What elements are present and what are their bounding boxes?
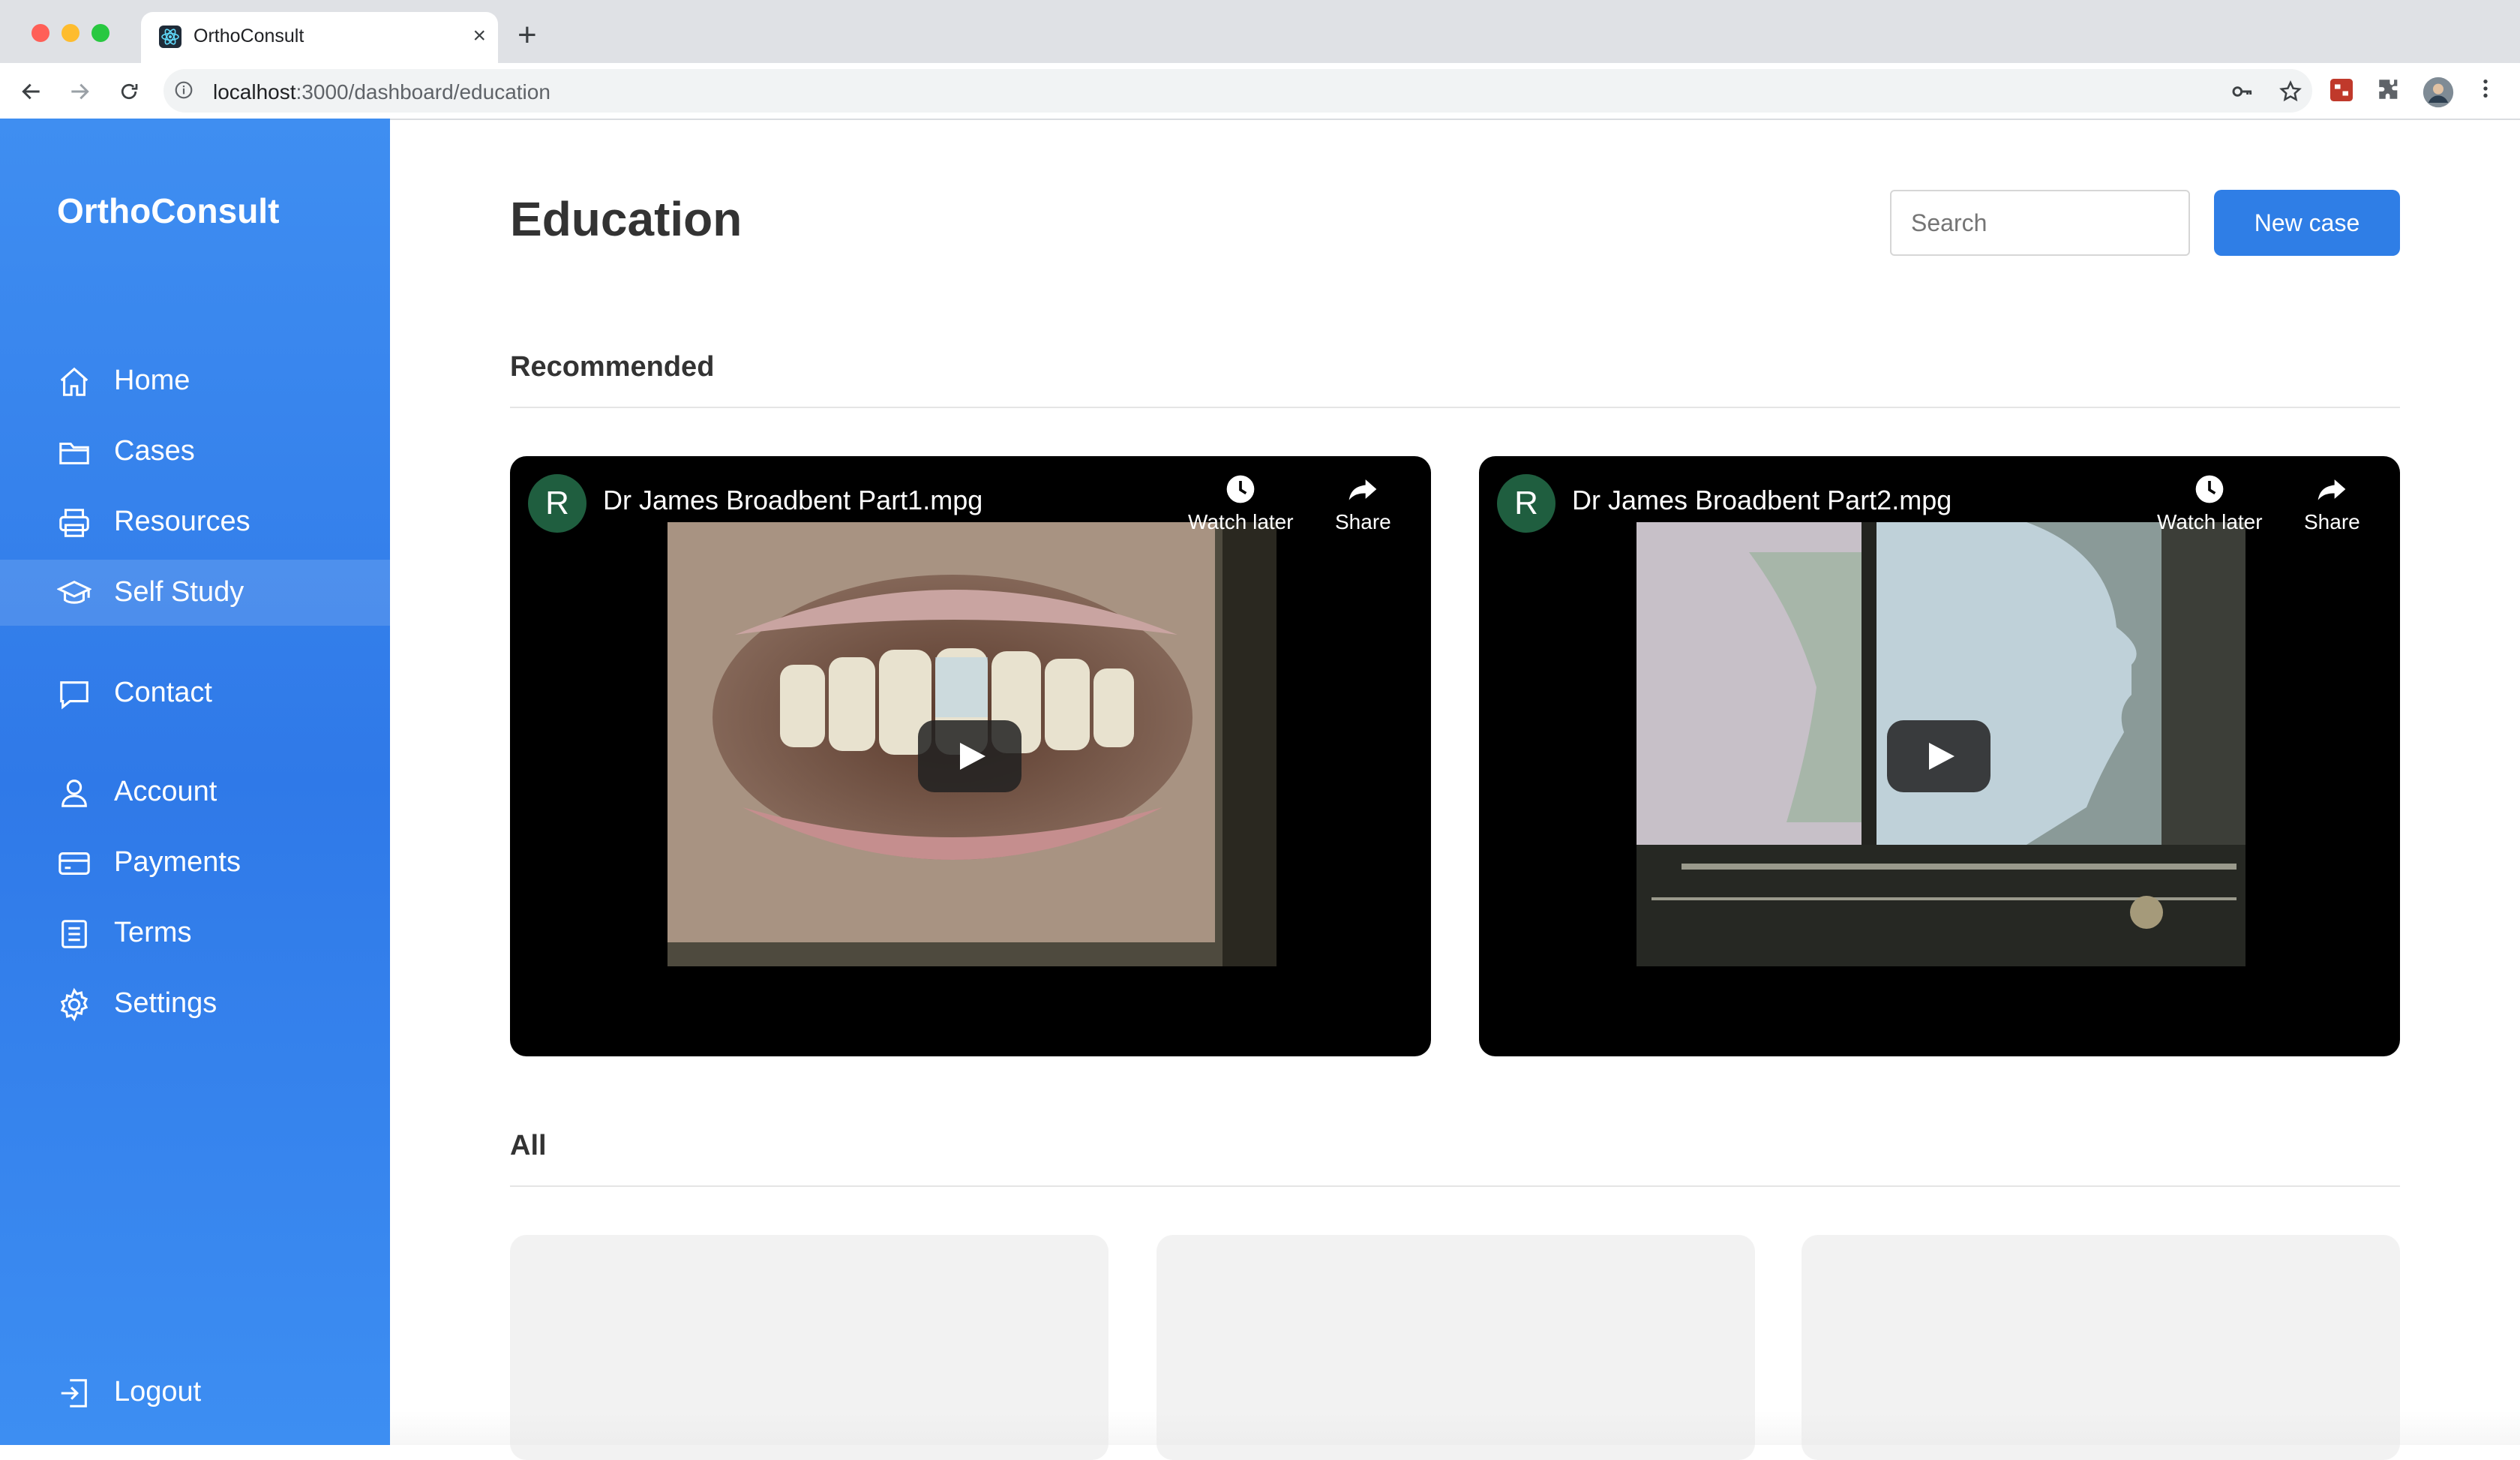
- sidebar-item-label: Resources: [114, 506, 250, 537]
- minimize-window-button[interactable]: [62, 24, 80, 42]
- search-input[interactable]: [1890, 190, 2190, 256]
- video-title[interactable]: Dr James Broadbent Part2.mpg: [1572, 485, 1952, 516]
- page-title: Education: [510, 192, 742, 246]
- channel-avatar[interactable]: R: [1497, 474, 1556, 533]
- new-case-button[interactable]: New case: [2214, 190, 2400, 256]
- sidebar-item-contact[interactable]: Contact: [0, 660, 390, 726]
- key-icon[interactable]: [2230, 80, 2254, 104]
- bookmark-star-icon[interactable]: [2278, 80, 2302, 104]
- sidebar-item-label: Contact: [114, 677, 212, 708]
- reload-icon[interactable]: [114, 77, 144, 107]
- browser-toolbar: localhost:3000/dashboard/education: [0, 63, 2520, 120]
- browser-tab-strip: OrthoConsult × +: [0, 0, 2520, 63]
- brand-logo[interactable]: OrthoConsult: [57, 191, 279, 231]
- home-icon: [57, 365, 92, 399]
- credit-card-icon: [57, 846, 92, 881]
- video-player[interactable]: R Dr James Broadbent Part1.mpg Watch lat…: [510, 456, 1431, 1056]
- sidebar-item-label: Cases: [114, 435, 195, 467]
- play-button[interactable]: [918, 720, 1022, 792]
- play-button[interactable]: [1887, 720, 1990, 792]
- watch-later-button[interactable]: Watch later: [2157, 473, 2263, 534]
- sidebar-item-label: Self Study: [114, 576, 244, 608]
- sidebar-item-cases[interactable]: Cases: [0, 419, 390, 485]
- video-title[interactable]: Dr James Broadbent Part1.mpg: [603, 485, 982, 516]
- sidebar-item-label: Account: [114, 776, 218, 807]
- chat-icon: [57, 677, 92, 711]
- printer-icon: [57, 506, 92, 540]
- close-window-button[interactable]: [32, 24, 50, 42]
- url-host: localhost: [213, 80, 296, 104]
- browser-menu-icon[interactable]: [2474, 77, 2504, 107]
- section-title-recommended: Recommended: [510, 351, 715, 383]
- address-bar[interactable]: localhost:3000/dashboard/education: [164, 69, 2312, 113]
- sidebar-item-label: Home: [114, 365, 190, 396]
- back-arrow-icon[interactable]: [16, 77, 46, 107]
- browser-tab[interactable]: OrthoConsult ×: [141, 12, 498, 63]
- folder-icon: [57, 435, 92, 470]
- sidebar-item-label: Terms: [114, 917, 192, 948]
- share-button[interactable]: Share: [1335, 473, 1391, 534]
- watch-later-label: Watch later: [2157, 510, 2263, 533]
- sidebar-item-self-study[interactable]: Self Study: [0, 560, 390, 626]
- share-arrow-icon: [2318, 479, 2346, 500]
- sidebar-item-terms[interactable]: Terms: [0, 900, 390, 966]
- divider: [510, 407, 2400, 408]
- sidebar: OrthoConsult Home Cases Resources Self S…: [0, 119, 390, 1445]
- extensions-puzzle-icon[interactable]: [2376, 77, 2406, 107]
- share-button[interactable]: Share: [2304, 473, 2360, 534]
- forward-arrow-icon[interactable]: [64, 77, 94, 107]
- sidebar-item-label: Payments: [114, 846, 241, 878]
- close-tab-icon[interactable]: ×: [472, 23, 486, 50]
- document-icon: [57, 917, 92, 951]
- section-title-all: All: [510, 1130, 547, 1161]
- maximize-window-button[interactable]: [92, 24, 110, 42]
- url-path: :3000/dashboard/education: [296, 80, 550, 104]
- share-arrow-icon: [1349, 479, 1377, 500]
- sidebar-item-settings[interactable]: Settings: [0, 971, 390, 1037]
- sidebar-item-resources[interactable]: Resources: [0, 489, 390, 555]
- react-favicon-icon: [159, 26, 182, 48]
- new-tab-button[interactable]: +: [518, 17, 537, 54]
- sidebar-item-account[interactable]: Account: [0, 759, 390, 825]
- sidebar-item-payments[interactable]: Payments: [0, 830, 390, 896]
- clock-icon: [1226, 475, 1255, 503]
- url-text: localhost:3000/dashboard/education: [213, 80, 550, 104]
- share-label: Share: [1335, 510, 1391, 533]
- sidebar-item-label: Settings: [114, 987, 218, 1019]
- tab-title: OrthoConsult: [194, 26, 304, 47]
- graduation-cap-icon: [56, 576, 92, 611]
- sidebar-item-logout[interactable]: Logout: [0, 1359, 390, 1425]
- sidebar-item-home[interactable]: Home: [0, 348, 390, 414]
- logout-icon: [57, 1376, 92, 1410]
- sidebar-item-label: Logout: [114, 1376, 202, 1407]
- user-icon: [57, 776, 92, 810]
- divider: [510, 1185, 2400, 1187]
- info-icon[interactable]: [174, 80, 194, 100]
- video-player[interactable]: R Dr James Broadbent Part2.mpg Watch lat…: [1479, 456, 2400, 1056]
- play-icon: [1929, 743, 1954, 770]
- scroll-fade: [390, 1410, 2520, 1445]
- channel-avatar[interactable]: R: [528, 474, 586, 533]
- watch-later-button[interactable]: Watch later: [1188, 473, 1294, 534]
- watch-later-label: Watch later: [1188, 510, 1294, 533]
- play-icon: [960, 743, 986, 770]
- profile-avatar-icon[interactable]: [2422, 77, 2454, 108]
- extension-red-icon[interactable]: [2328, 77, 2358, 107]
- clock-icon: [2195, 475, 2224, 503]
- share-label: Share: [2304, 510, 2360, 533]
- gear-icon: [57, 987, 92, 1022]
